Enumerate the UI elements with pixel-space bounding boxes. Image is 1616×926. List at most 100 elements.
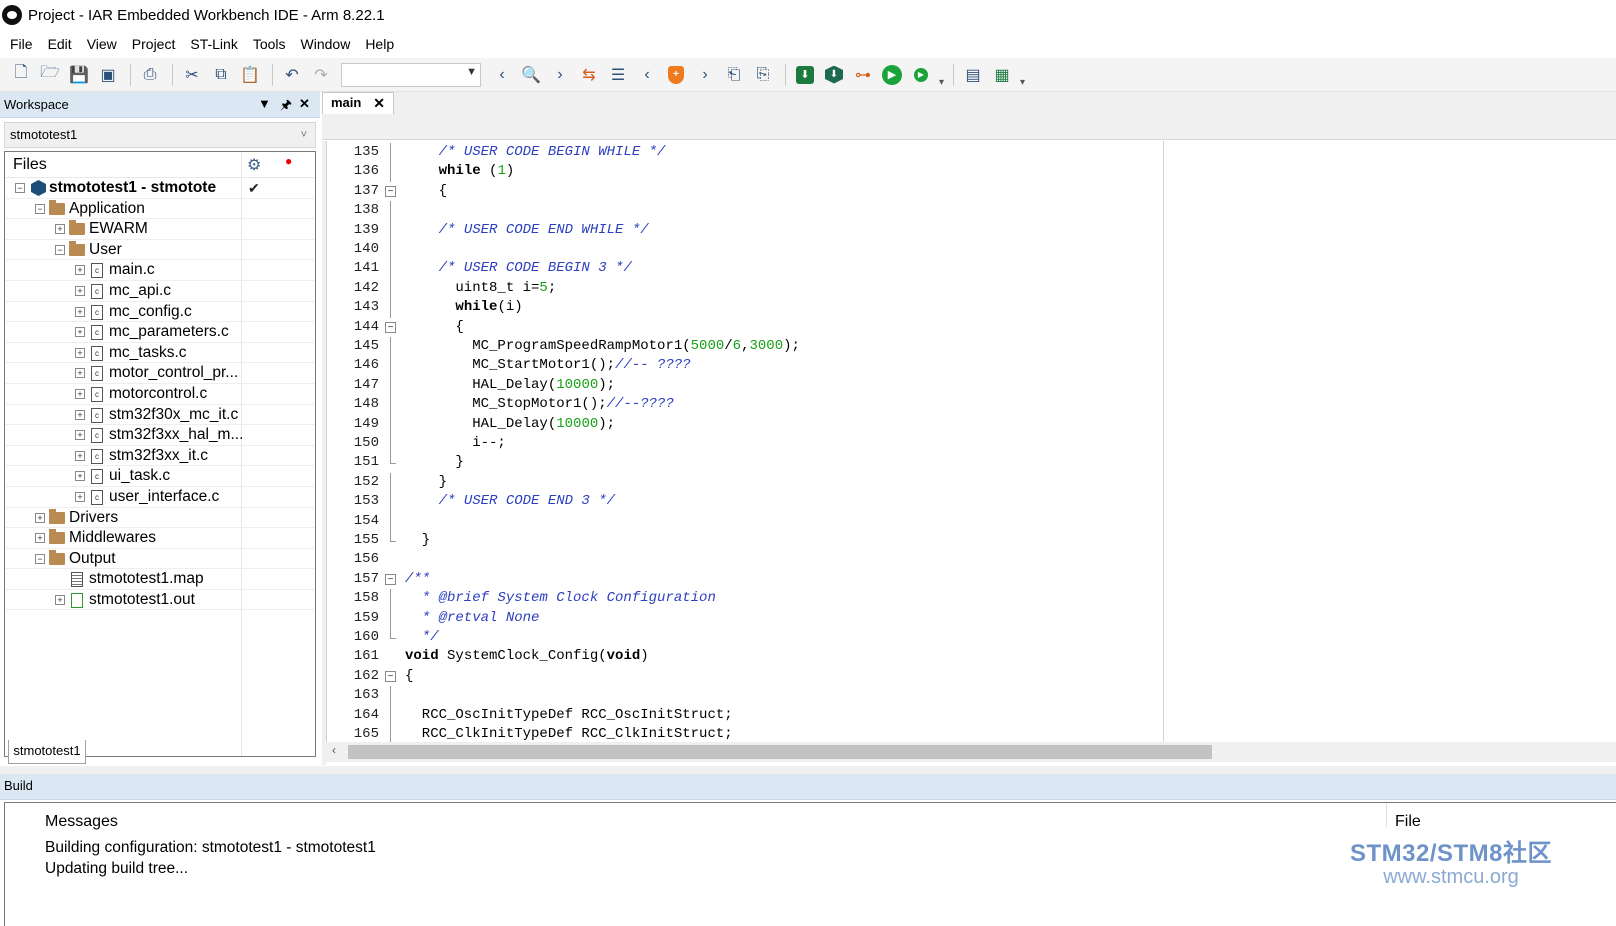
expand-icon[interactable]: +: [55, 594, 65, 605]
prev-bookmark-icon[interactable]: ⎗: [721, 62, 747, 88]
tree-item[interactable]: − stmototest1 - stmotote ✔: [5, 178, 315, 199]
code-line[interactable]: while(i): [405, 298, 522, 317]
scroll-left-icon[interactable]: ‹: [332, 743, 336, 757]
menu-window[interactable]: Window: [295, 30, 357, 58]
code-line[interactable]: /* USER CODE BEGIN WHILE */: [405, 143, 666, 162]
copy-icon[interactable]: ⧉: [208, 62, 234, 88]
expand-icon[interactable]: +: [75, 285, 85, 296]
code-line[interactable]: void SystemClock_Config(void): [405, 647, 649, 666]
download-debug-icon[interactable]: ⬇: [821, 62, 847, 88]
tree-item[interactable]: + c mc_api.c: [5, 281, 315, 302]
paste-icon[interactable]: 📋: [237, 62, 263, 88]
menu-st-link[interactable]: ST-Link: [184, 30, 243, 58]
code-line[interactable]: MC_StopMotor1();//--????: [405, 395, 674, 414]
bookmark-list-icon[interactable]: ☰: [605, 62, 631, 88]
collapse-icon[interactable]: −: [35, 553, 45, 564]
debug-without-download-icon[interactable]: ▶: [908, 62, 934, 88]
toggle-breakpoint-icon[interactable]: +: [663, 62, 689, 88]
expand-icon[interactable]: +: [55, 224, 65, 235]
undo-icon[interactable]: ↶: [279, 62, 305, 88]
code-line[interactable]: HAL_Delay(10000);: [405, 376, 615, 395]
code-line[interactable]: * @brief System Clock Configuration: [405, 589, 716, 608]
tree-item[interactable]: + c mc_tasks.c: [5, 343, 315, 364]
expand-icon[interactable]: +: [75, 368, 85, 379]
navigate-back-icon[interactable]: ‹: [634, 62, 660, 88]
code-line[interactable]: HAL_Delay(10000);: [405, 415, 615, 434]
close-icon[interactable]: ✕: [373, 93, 385, 113]
menu-project[interactable]: Project: [126, 30, 182, 58]
code-line[interactable]: /* USER CODE END WHILE */: [405, 221, 649, 240]
tree-item[interactable]: stmototest1.map: [5, 569, 315, 590]
tree-item[interactable]: + EWARM: [5, 219, 315, 240]
next-bookmark-icon[interactable]: ⎘: [750, 62, 776, 88]
tree-item[interactable]: + c ui_task.c: [5, 466, 315, 487]
expand-icon[interactable]: +: [75, 388, 85, 399]
expand-icon[interactable]: +: [35, 512, 45, 523]
tree-item[interactable]: + Middlewares: [5, 528, 315, 549]
expand-icon[interactable]: +: [75, 450, 85, 461]
messages-column-header[interactable]: Messages: [45, 813, 118, 831]
toolbar-overflow-icon[interactable]: ▾: [1020, 62, 1028, 88]
tab-main[interactable]: main ✕: [322, 92, 394, 114]
tree-item[interactable]: + c user_interface.c: [5, 487, 315, 508]
expand-icon[interactable]: +: [75, 347, 85, 358]
horizontal-scrollbar[interactable]: ‹: [326, 742, 1616, 762]
menu-view[interactable]: View: [81, 30, 123, 58]
code-editor[interactable]: 135 136 137 138 139 140 141 142 143 144 145 146 147 1…: [326, 141, 1616, 742]
splitter[interactable]: [0, 766, 1616, 774]
find-icon[interactable]: 🔍: [518, 62, 544, 88]
code-line[interactable]: RCC_OscInitTypeDef RCC_OscInitStruct;: [405, 706, 733, 725]
configuration-select[interactable]: stmototest1 ˅: [4, 122, 316, 148]
tree-item[interactable]: − User: [5, 240, 315, 261]
tree-item[interactable]: + c main.c: [5, 260, 315, 281]
tree-item[interactable]: + c motor_control_pr...: [5, 363, 315, 384]
tree-item[interactable]: + c stm32f3xx_hal_m...: [5, 425, 315, 446]
expand-icon[interactable]: +: [75, 430, 85, 441]
expand-icon[interactable]: +: [75, 409, 85, 420]
tree-item[interactable]: − Output: [5, 549, 315, 570]
toolbar-overflow-icon[interactable]: ▾: [939, 62, 947, 88]
code-line[interactable]: {: [405, 318, 463, 337]
tree-item[interactable]: − Application: [5, 199, 315, 220]
tree-item[interactable]: + stmototest1.out: [5, 590, 315, 611]
expand-icon[interactable]: +: [75, 491, 85, 502]
fold-toggle-icon[interactable]: −: [385, 670, 396, 682]
code-line[interactable]: i--;: [405, 434, 506, 453]
code-line[interactable]: MC_StartMotor1();//-- ????: [405, 356, 690, 375]
collapse-icon[interactable]: −: [15, 183, 25, 193]
code-line[interactable]: /**: [405, 570, 430, 589]
menu-file[interactable]: File: [4, 30, 39, 58]
save-icon[interactable]: 💾: [66, 62, 92, 88]
pin-icon[interactable]: 🖈: [280, 96, 292, 118]
expand-icon[interactable]: +: [75, 306, 85, 317]
code-line[interactable]: {: [405, 182, 447, 201]
go-to-icon[interactable]: ⇆: [576, 62, 602, 88]
tree-item[interactable]: + c motorcontrol.c: [5, 384, 315, 405]
expand-icon[interactable]: +: [75, 265, 85, 276]
tree-item[interactable]: + c mc_config.c: [5, 302, 315, 323]
code-line[interactable]: }: [405, 473, 447, 492]
fold-toggle-icon[interactable]: −: [385, 185, 396, 197]
code-line[interactable]: /* USER CODE END 3 */: [405, 492, 615, 511]
fold-toggle-icon[interactable]: −: [385, 321, 396, 333]
breakpoints-icon[interactable]: ⊶: [850, 62, 876, 88]
download-icon[interactable]: ⬇: [792, 62, 818, 88]
save-all-icon[interactable]: ▣: [95, 62, 121, 88]
chevron-down-icon[interactable]: ▼: [258, 96, 271, 111]
collapse-icon[interactable]: −: [35, 203, 45, 214]
expand-icon[interactable]: +: [35, 533, 45, 544]
close-icon[interactable]: ✕: [299, 96, 310, 112]
scrollbar-thumb[interactable]: [348, 745, 1212, 759]
menu-tools[interactable]: Tools: [247, 30, 292, 58]
cut-icon[interactable]: ✂: [179, 62, 205, 88]
code-area[interactable]: /* USER CODE BEGIN WHILE */ while (1) { …: [405, 141, 1616, 742]
workspace-layout-icon[interactable]: ▤: [960, 62, 986, 88]
code-line[interactable]: }: [405, 453, 463, 472]
code-line[interactable]: {: [405, 667, 413, 686]
add-files-icon[interactable]: ▦: [989, 62, 1015, 88]
fold-toggle-icon[interactable]: −: [385, 573, 396, 585]
open-file-icon[interactable]: 🗁: [37, 62, 63, 88]
redo-icon[interactable]: ↷: [308, 62, 334, 88]
file-column-header[interactable]: File: [1395, 813, 1421, 831]
menu-help[interactable]: Help: [359, 30, 400, 58]
